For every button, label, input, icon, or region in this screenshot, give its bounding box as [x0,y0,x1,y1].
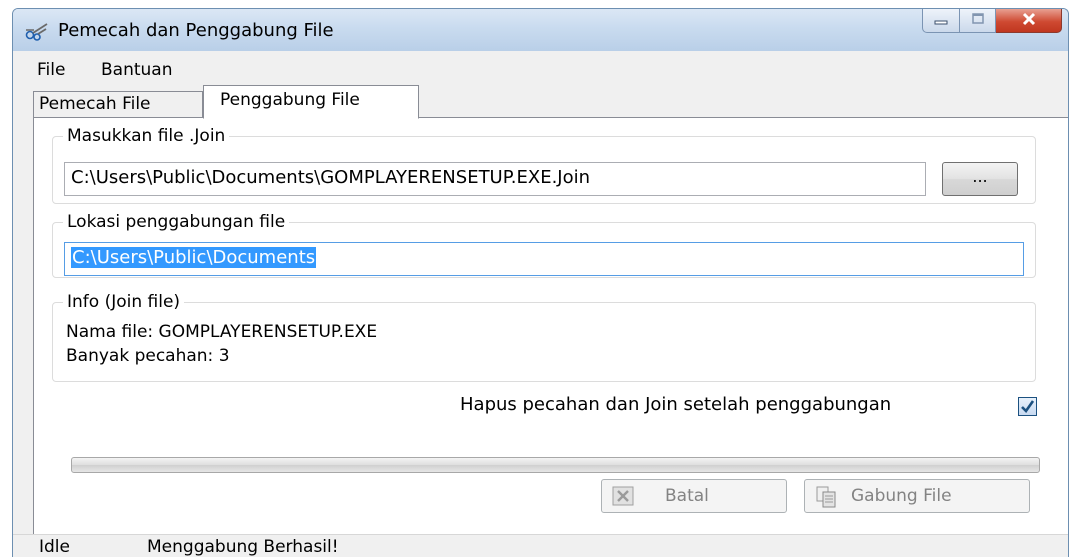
minimize-button[interactable] [922,9,960,33]
window-controls [922,9,1062,35]
cancel-button[interactable]: Batal [601,479,787,513]
app-window: Pemecah dan Penggabung File File Bantuan… [12,8,1069,557]
tab-label: Penggabung File [220,90,360,110]
tab-penggabung-file[interactable]: Penggabung File [203,85,419,119]
tab-label: Pemecah File [39,94,151,114]
checkmark-icon [1019,400,1036,419]
group-legend: Info (Join file) [67,292,181,312]
window-title: Pemecah dan Penggabung File [58,20,334,41]
tab-pemecah-file[interactable]: Pemecah File [33,91,203,118]
delete-pieces-label: Hapus pecahan dan Join setelah penggabun… [460,394,892,415]
progress-bar [71,457,1040,473]
browse-button[interactable]: ... [942,162,1018,196]
cancel-label: Batal [665,486,709,506]
status-message: Menggabung Berhasil! [147,537,339,557]
info-file-name: Nama file: GOMPLAYERENSETUP.EXE [66,322,378,342]
scissors-icon [25,21,49,41]
output-location-input[interactable]: C:\Users\Public\Documents [64,242,1024,276]
join-file-button[interactable]: Gabung File [804,479,1030,513]
maximize-icon [970,11,986,30]
cancel-icon [612,486,634,506]
menu-bantuan[interactable]: Bantuan [101,60,173,80]
selected-text: C:\Users\Public\Documents [71,247,317,268]
join-files-icon [815,486,837,508]
group-legend: Lokasi penggabungan file [67,212,286,232]
title-bar[interactable]: Pemecah dan Penggabung File [13,9,1068,51]
group-legend: Masukkan file .Join [67,126,226,146]
close-icon [1020,11,1038,31]
maximize-button[interactable] [960,9,996,33]
join-file-path-input[interactable]: C:\Users\Public\Documents\GOMPLAYERENSET… [64,162,926,196]
menu-file[interactable]: File [37,60,65,80]
delete-pieces-checkbox[interactable] [1018,397,1037,416]
join-file-label: Gabung File [851,486,952,506]
minimize-icon [933,11,949,30]
info-piece-count: Banyak pecahan: 3 [66,346,230,366]
close-button[interactable] [996,9,1062,33]
menu-bar: File Bantuan [13,51,1068,81]
status-state: Idle [39,537,70,557]
tab-strip: Pemecah File Penggabung File [13,81,1068,119]
status-bar: Idle Menggabung Berhasil! [13,534,1068,557]
